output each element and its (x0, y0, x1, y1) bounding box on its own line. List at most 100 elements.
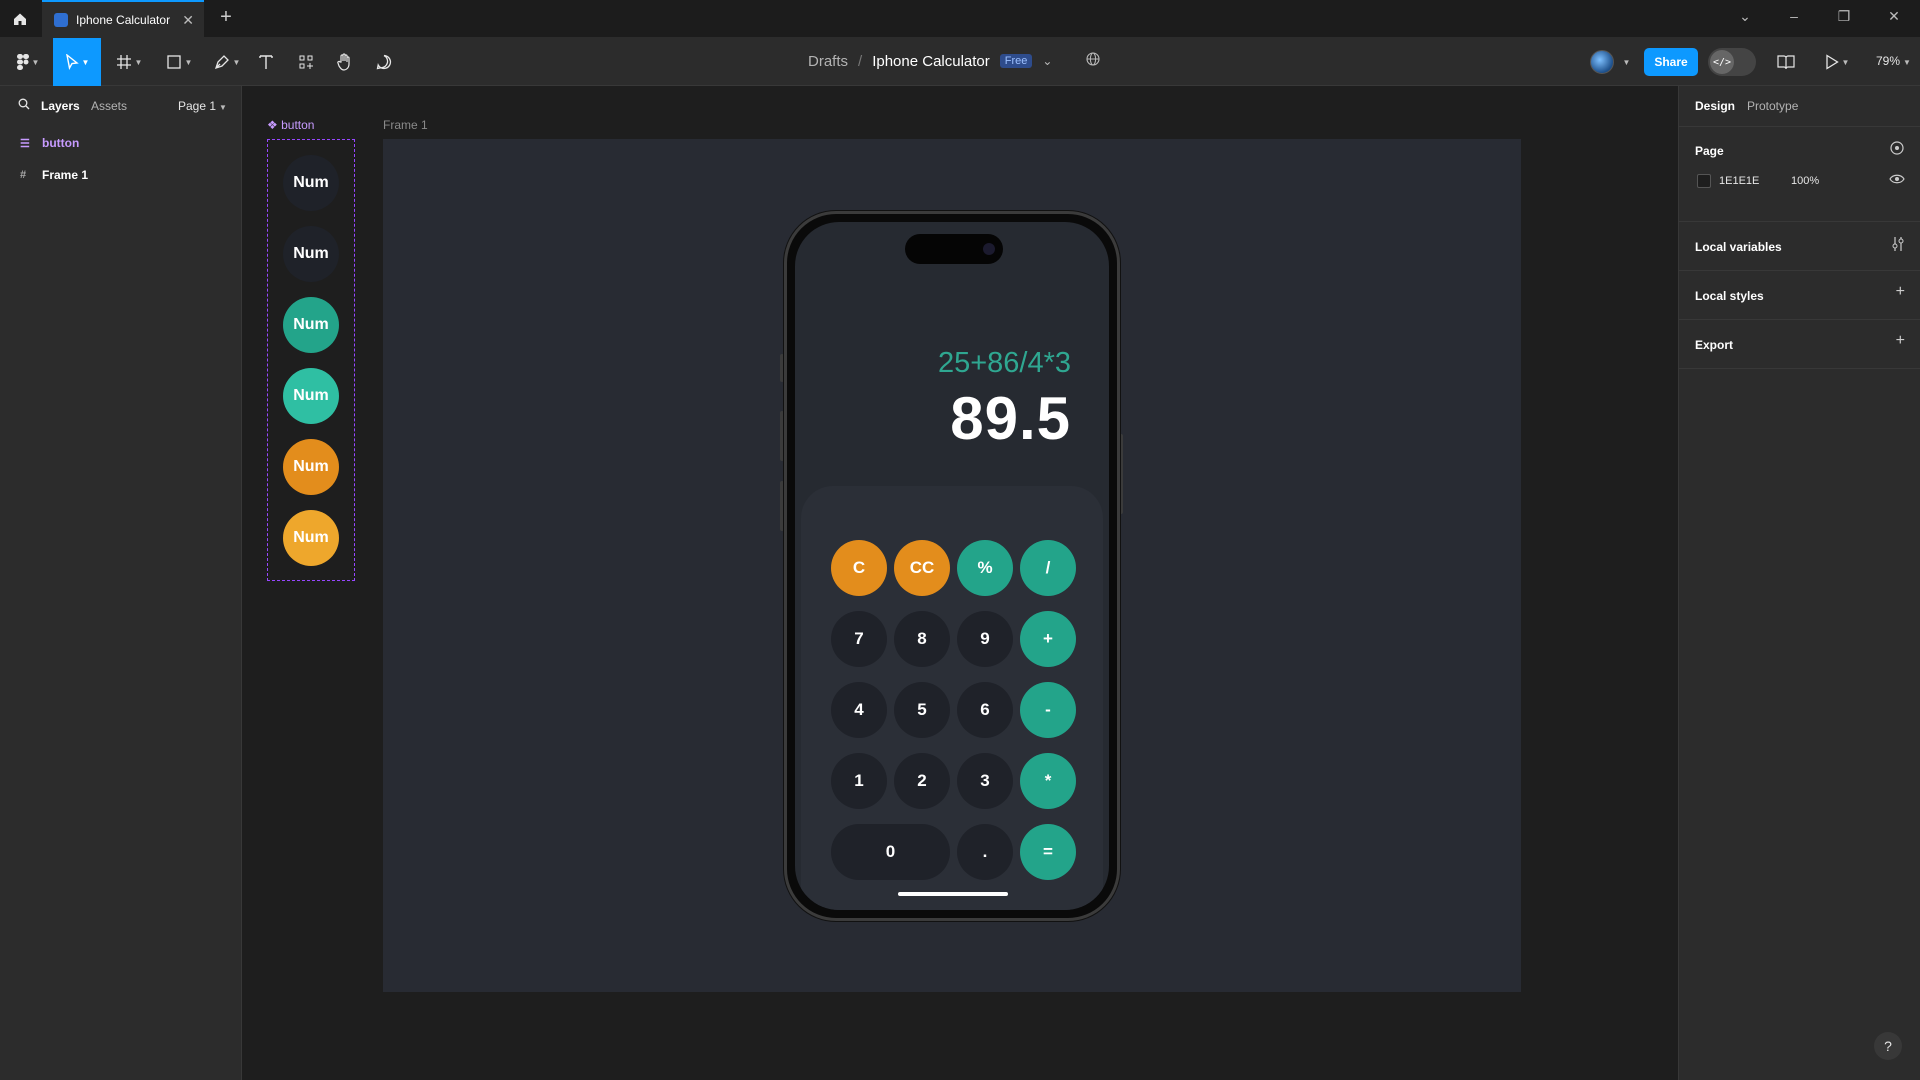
key-divide[interactable]: / (1020, 540, 1076, 596)
page-opacity-value[interactable]: 100% (1791, 175, 1819, 187)
key-clear-all[interactable]: CC (894, 540, 950, 596)
frame-1[interactable]: 2 5 +86 / 4 *3 89.5 C CC % / 7 8 9 + 4 5 6 - … (383, 139, 1521, 992)
breadcrumb-drafts[interactable]: Drafts (808, 53, 848, 70)
help-button[interactable]: ? (1874, 1032, 1902, 1060)
avatar-menu-chevron-icon[interactable]: ▼ (1618, 48, 1632, 76)
frame-tool-button[interactable]: ▼ (112, 48, 146, 76)
key-0[interactable]: 0 (831, 824, 950, 880)
key-multiply[interactable]: * (1020, 753, 1076, 809)
local-variables-title[interactable]: Local variables (1695, 240, 1782, 254)
export-section: Export + (1679, 320, 1920, 369)
eye-settings-icon[interactable] (1889, 140, 1905, 161)
comment-tool-button[interactable] (372, 48, 396, 76)
tab-layers[interactable]: Layers (41, 99, 80, 113)
eye-icon[interactable] (1889, 172, 1905, 190)
avatar[interactable] (1590, 50, 1614, 74)
layer-button[interactable]: ☰ button (0, 127, 242, 159)
variant-num-dark-alt[interactable]: Num (283, 226, 339, 282)
file-title[interactable]: Iphone Calculator (872, 53, 990, 70)
key-5[interactable]: 5 (894, 682, 950, 738)
home-indicator (898, 892, 1008, 896)
plan-badge[interactable]: Free (999, 54, 1033, 68)
page-color-swatch[interactable] (1697, 174, 1711, 188)
variant-num-orange[interactable]: Num (283, 439, 339, 495)
share-button[interactable]: Share (1644, 48, 1698, 76)
key-9[interactable]: 9 (957, 611, 1013, 667)
variant-num-teal-light[interactable]: Num (283, 368, 339, 424)
add-style-icon[interactable]: + (1896, 283, 1905, 301)
pen-icon (214, 55, 229, 70)
main-menu-button[interactable]: ▼ (12, 48, 44, 76)
calculator-screen: 2 5 +86 / 4 *3 89.5 C CC % / 7 8 9 + 4 5 6 - … (795, 222, 1109, 910)
layer-frame-1[interactable]: # Frame 1 (0, 159, 242, 191)
key-minus[interactable]: - (1020, 682, 1076, 738)
properties-panel: Design Prototype Page 1E1E1E 100% Local … (1678, 86, 1920, 1080)
globe-icon[interactable] (1086, 52, 1101, 70)
key-8[interactable]: 8 (894, 611, 950, 667)
search-icon[interactable] (18, 98, 30, 113)
page-selector[interactable]: Page 1 ▼ (178, 99, 227, 113)
caret-icon: ▼ (31, 57, 40, 67)
key-percent[interactable]: % (957, 540, 1013, 596)
dev-mode-toggle[interactable]: </> (1708, 48, 1756, 76)
window-close-icon[interactable]: ✕ (1882, 8, 1906, 25)
tab-assets[interactable]: Assets (91, 99, 127, 113)
zoom-level[interactable]: 79% ▼ (1876, 54, 1911, 68)
frame-label[interactable]: Frame 1 (383, 118, 428, 132)
component-set-button[interactable]: Num Num Num Num Num Num (267, 139, 355, 581)
restore-icon[interactable]: ❐ (1832, 8, 1856, 25)
home-icon[interactable] (8, 7, 32, 31)
variant-num-dark[interactable]: Num (283, 155, 339, 211)
caret-icon: ▼ (1841, 57, 1850, 67)
minimize-icon[interactable]: – (1782, 8, 1806, 24)
keypad: C CC % / 7 8 9 + 4 5 6 - 1 2 3 * 0 . = (801, 486, 1103, 910)
local-variables-section: Local variables (1679, 222, 1920, 271)
chevron-down-icon[interactable]: ⌄ (1733, 8, 1757, 25)
hand-icon (337, 53, 350, 71)
variant-num-teal[interactable]: Num (283, 297, 339, 353)
resources-icon (299, 55, 313, 69)
file-menu-chevron-icon[interactable]: ⌄ (1042, 54, 1052, 68)
key-decimal[interactable]: . (957, 824, 1013, 880)
component-set-label[interactable]: ❖ button (267, 118, 314, 132)
key-2[interactable]: 2 (894, 753, 950, 809)
comment-icon (376, 54, 392, 70)
variant-num-orange-light[interactable]: Num (283, 510, 339, 566)
code-icon: </> (1710, 50, 1734, 74)
close-icon[interactable]: ✕ (182, 12, 194, 29)
hand-tool-button[interactable] (333, 48, 357, 76)
resources-tool-button[interactable] (294, 48, 318, 76)
play-icon (1825, 54, 1839, 70)
new-tab-icon[interactable]: + (214, 6, 238, 29)
cursor-icon (65, 54, 79, 70)
key-7[interactable]: 7 (831, 611, 887, 667)
tab-iphone-calculator[interactable]: Iphone Calculator ✕ (42, 0, 204, 38)
library-button[interactable] (1774, 48, 1798, 76)
key-clear[interactable]: C (831, 540, 887, 596)
page-color-value[interactable]: 1E1E1E (1719, 175, 1759, 187)
move-tool-button[interactable]: ▼ (53, 38, 101, 86)
pen-tool-button[interactable]: ▼ (210, 48, 244, 76)
frame-icon (116, 55, 131, 69)
key-3[interactable]: 3 (957, 753, 1013, 809)
tab-design[interactable]: Design (1695, 99, 1735, 113)
frame-icon: # (20, 169, 27, 181)
key-4[interactable]: 4 (831, 682, 887, 738)
result-display: 89.5 (950, 385, 1071, 452)
add-export-icon[interactable]: + (1896, 332, 1905, 350)
camera-icon (983, 243, 995, 255)
key-equals[interactable]: = (1020, 824, 1076, 880)
text-tool-button[interactable] (254, 48, 278, 76)
dynamic-island (905, 234, 1003, 264)
local-styles-section: Local styles + (1679, 271, 1920, 320)
sliders-icon[interactable] (1891, 236, 1905, 257)
component-set-name: button (281, 118, 315, 132)
present-button[interactable]: ▼ (1820, 48, 1854, 76)
key-6[interactable]: 6 (957, 682, 1013, 738)
key-plus[interactable]: + (1020, 611, 1076, 667)
figma-file-icon (54, 13, 68, 27)
layers-panel: Layers Assets Page 1 ▼ ☰ button # Frame 1 (0, 86, 242, 1080)
shape-tool-button[interactable]: ▼ (162, 48, 196, 76)
tab-prototype[interactable]: Prototype (1747, 99, 1798, 113)
key-1[interactable]: 1 (831, 753, 887, 809)
